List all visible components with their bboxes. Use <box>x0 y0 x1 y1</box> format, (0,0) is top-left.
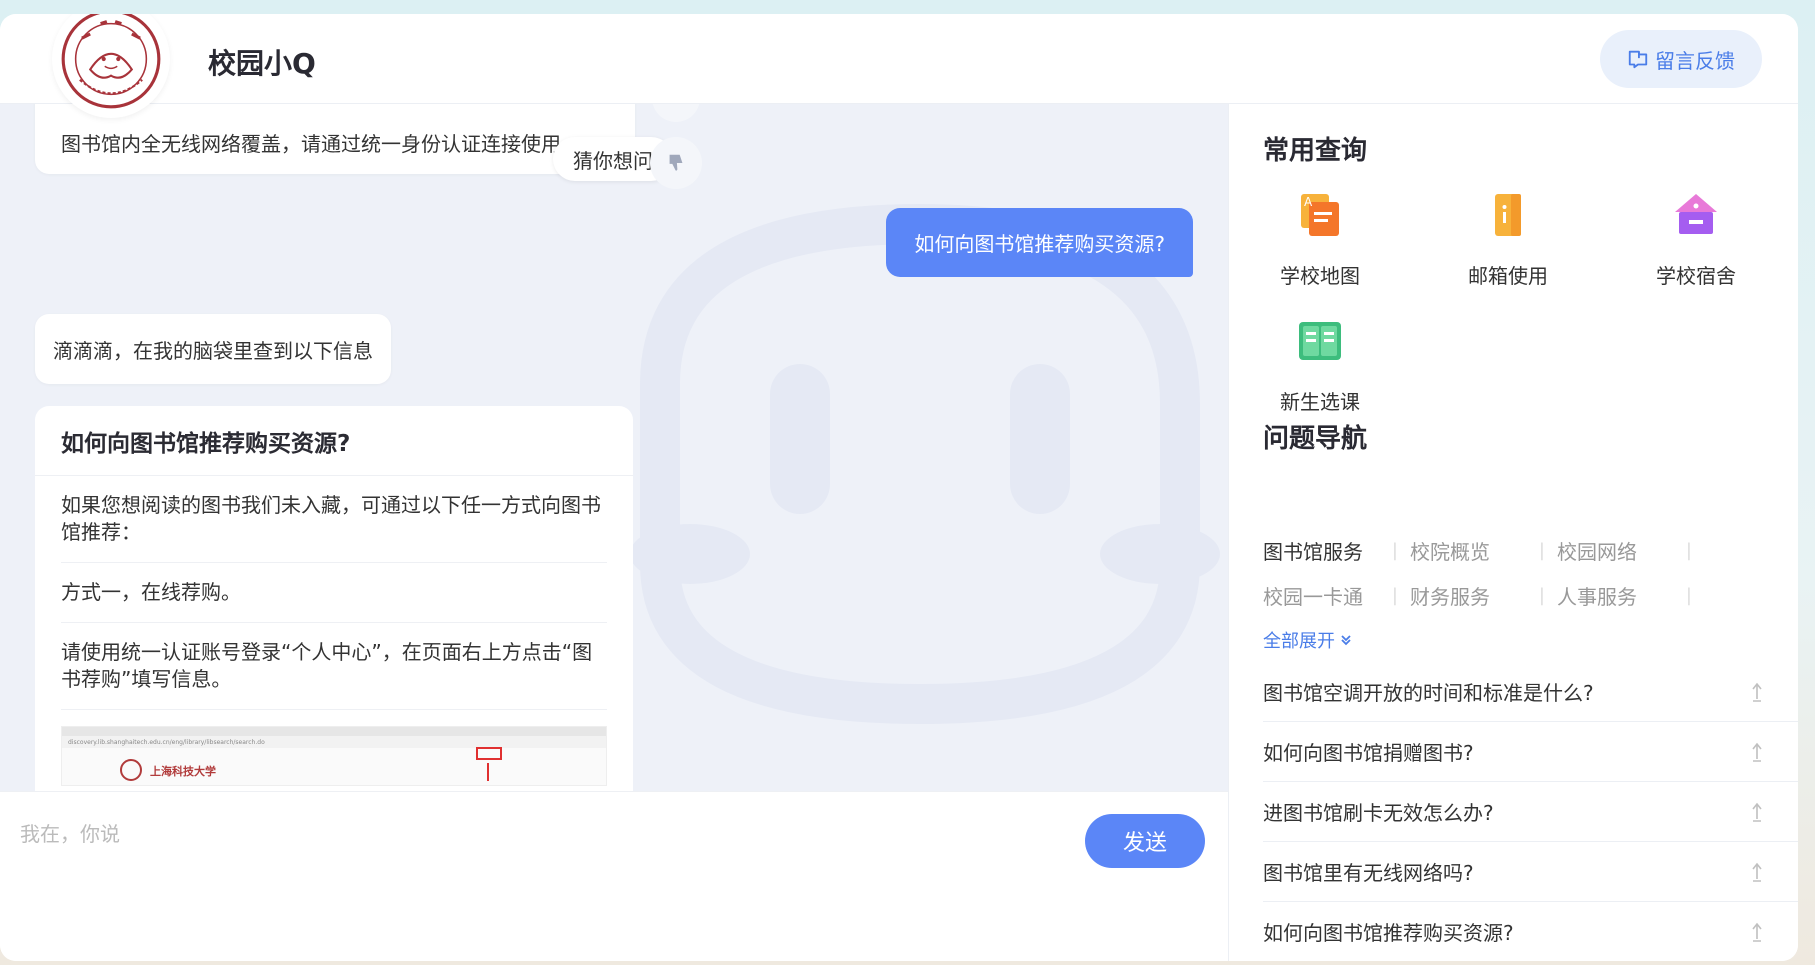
header: 校园小Q 留言反馈 <box>0 14 1798 118</box>
chat-area[interactable]: 图书馆内全无线网络覆盖，请通过统一身份认证连接使用 猜你想问 如何向图书馆推荐购… <box>0 104 1228 791</box>
nav-item-label: 图书馆服务 <box>1263 540 1363 564</box>
nav-item-label: 人事服务 <box>1557 585 1637 609</box>
nav-item-label: 财务服务 <box>1410 585 1490 609</box>
faq-question: 进图书馆刷卡无效怎么办? <box>1263 801 1494 825</box>
answer-screenshot-image[interactable]: discovery.lib.shanghaitech.edu.cn/eng/li… <box>61 726 607 786</box>
faq-question: 如何向图书馆捐赠图书? <box>1263 741 1474 765</box>
nav-item-label: 校园一卡通 <box>1263 585 1363 609</box>
faq-item[interactable]: 如何向图书馆捐赠图书? <box>1263 722 1798 782</box>
quick-item-campus-map[interactable]: A 学校地图 <box>1245 188 1395 289</box>
quick-item-label: 邮箱使用 <box>1468 264 1548 288</box>
screenshot-arrow-icon <box>487 763 489 781</box>
user-message-bubble: 如何向图书馆推荐购买资源? <box>886 208 1193 277</box>
expand-all-label: 全部展开 <box>1263 631 1335 652</box>
faq-question: 图书馆里有无线网络吗? <box>1263 861 1474 885</box>
nav-separator: | <box>1685 540 1692 561</box>
nav-separator: | <box>1538 585 1545 606</box>
nav-item-label: 校园网络 <box>1557 540 1637 564</box>
faq-item[interactable]: 图书馆里有无线网络吗? <box>1263 842 1798 902</box>
answer-title: 如何向图书馆推荐购买资源? <box>35 406 633 476</box>
send-button[interactable]: 发送 <box>1085 814 1205 868</box>
screenshot-url: discovery.lib.shanghaitech.edu.cn/eng/li… <box>68 739 265 746</box>
quick-item-mailbox[interactable]: 邮箱使用 <box>1433 188 1583 289</box>
nav-item-finance-services[interactable]: 财务服务 | <box>1410 581 1557 610</box>
app-title: 校园小Q <box>208 47 316 80</box>
share-arrow-icon[interactable] <box>1749 801 1765 823</box>
action-circle[interactable] <box>652 104 700 122</box>
dislike-button[interactable] <box>650 137 702 189</box>
expand-all-button[interactable]: 全部展开 <box>1263 627 1353 653</box>
mailbox-icon <box>1495 194 1521 236</box>
screenshot-highlight-box <box>476 747 502 760</box>
thumbs-down-icon <box>669 154 683 171</box>
nav-item-library-services[interactable]: 图书馆服务 | <box>1263 536 1410 565</box>
share-arrow-icon[interactable] <box>1749 681 1765 703</box>
nav-item-campus-card[interactable]: 校园一卡通 | <box>1263 581 1410 610</box>
share-arrow-icon[interactable] <box>1749 921 1765 943</box>
input-area: 发送 <box>0 791 1228 961</box>
screenshot-school-name: 上海科技大学 <box>150 765 216 778</box>
quick-item-dormitory[interactable]: 学校宿舍 <box>1621 188 1771 289</box>
message-input[interactable] <box>20 814 1060 854</box>
share-arrow-icon[interactable] <box>1749 741 1765 763</box>
nav-item-campus-network[interactable]: 校园网络 | <box>1557 536 1704 565</box>
answer-card: 如何向图书馆推荐购买资源? 如果您想阅读的图书我们未入藏，可通过以下任一方式向图… <box>35 406 633 791</box>
nav-row: 图书馆服务 | 校院概览 | 校园网络 | <box>1263 528 1763 573</box>
quick-item-label: 学校宿舍 <box>1656 264 1736 288</box>
faq-item[interactable]: 图书馆空调开放的时间和标准是什么? <box>1263 662 1798 722</box>
nav-item-campus-overview[interactable]: 校院概览 | <box>1410 536 1557 565</box>
question-nav-grid: 图书馆服务 | 校院概览 | 校园网络 | 校园一卡通 | 财务服务 | 人事服务 | <box>1263 528 1763 618</box>
answer-paragraph: 如果您想阅读的图书我们未入藏，可通过以下任一方式向图书馆推荐： <box>61 476 607 563</box>
nav-separator: | <box>1685 585 1692 606</box>
map-icon: A <box>1301 194 1339 236</box>
nav-item-label: 校院概览 <box>1410 540 1490 564</box>
feedback-button[interactable]: 留言反馈 <box>1600 30 1762 88</box>
faq-item[interactable]: 如何向图书馆推荐购买资源? <box>1263 902 1798 961</box>
nav-item-hr-services[interactable]: 人事服务 | <box>1557 581 1704 610</box>
svg-text:A: A <box>1304 195 1313 209</box>
faq-list: 图书馆空调开放的时间和标准是什么? 如何向图书馆捐赠图书? 进图书馆刷卡无效怎么… <box>1263 662 1798 961</box>
nav-separator: | <box>1391 585 1398 606</box>
answer-paragraph: 请使用统一认证账号登录“个人中心”，在页面右上方点击“图书荐购”填写信息。 <box>61 623 607 710</box>
faq-question: 图书馆空调开放的时间和标准是什么? <box>1263 681 1594 705</box>
quick-item-label: 新生选课 <box>1280 390 1360 414</box>
screenshot-seal-icon <box>120 759 142 781</box>
nav-separator: | <box>1391 540 1398 561</box>
double-chevron-down-icon <box>1341 635 1351 646</box>
quick-item-course-selection[interactable]: 新生选课 <box>1245 314 1395 415</box>
faq-item[interactable]: 进图书馆刷卡无效怎么办? <box>1263 782 1798 842</box>
side-panel: 常用查询 A 学校地图 邮箱使用 学校宿舍 新生选课 问题导航 图书馆服务 | … <box>1228 104 1798 961</box>
course-book-icon <box>1299 322 1341 360</box>
question-nav-title: 问题导航 <box>1263 424 1368 454</box>
share-arrow-icon[interactable] <box>1749 861 1765 883</box>
dormitory-icon <box>1675 194 1717 234</box>
feedback-icon <box>1628 50 1648 69</box>
nav-separator: | <box>1538 540 1545 561</box>
quick-query-title: 常用查询 <box>1263 136 1368 166</box>
quick-item-label: 学校地图 <box>1280 264 1360 288</box>
university-seal-icon <box>61 14 161 109</box>
faq-question: 如何向图书馆推荐购买资源? <box>1263 921 1514 945</box>
university-logo <box>52 14 170 118</box>
answer-paragraph: 方式一，在线荐购。 <box>61 563 607 623</box>
feedback-label: 留言反馈 <box>1655 48 1735 73</box>
bot-message-bubble: 滴滴滴，在我的脑袋里查到以下信息 <box>35 314 391 384</box>
app-window: 校园小Q 留言反馈 图书馆内全无线网络覆盖，请通过统一身份认证连接使用 猜你想问… <box>0 14 1798 961</box>
nav-row: 校园一卡通 | 财务服务 | 人事服务 | <box>1263 573 1763 618</box>
screenshot-address-bar <box>62 727 606 736</box>
